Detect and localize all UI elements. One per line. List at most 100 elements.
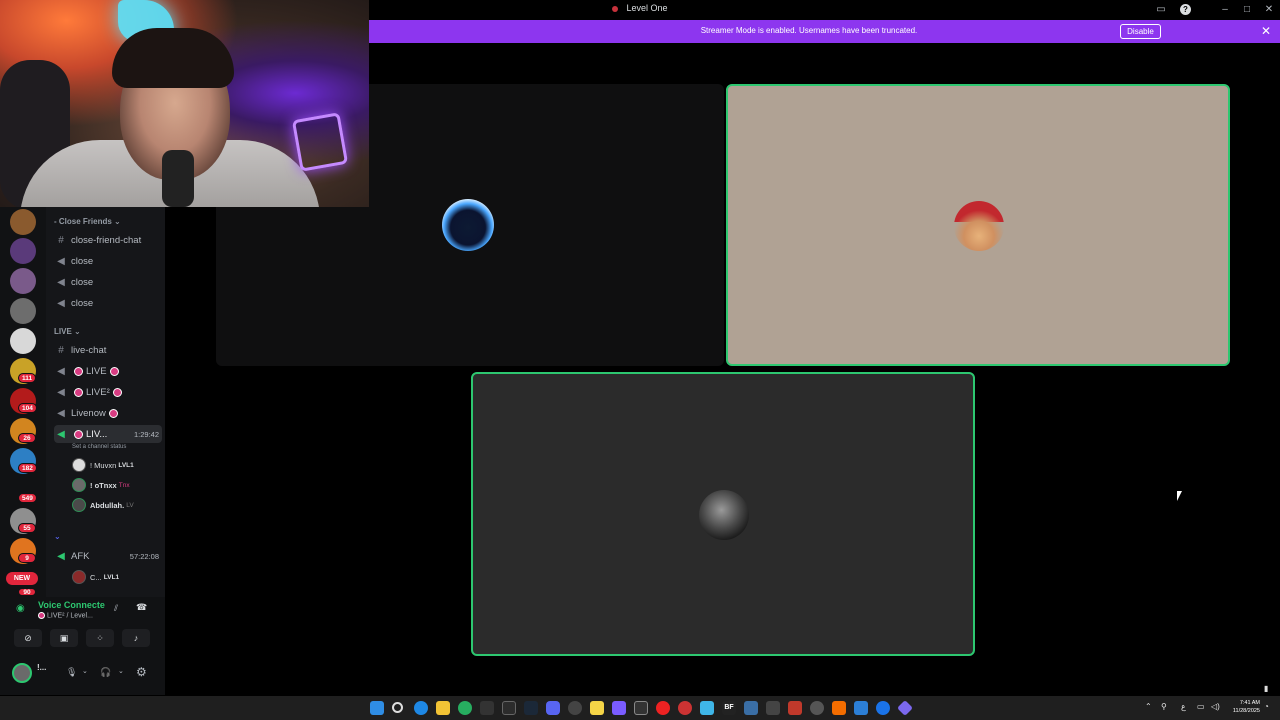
server-icon [612, 5, 619, 12]
speaker-icon: ◀ [57, 365, 65, 377]
microphone-tray-icon[interactable]: ⚲ [1161, 702, 1167, 711]
channel-livenow[interactable]: ◀ Livenow [54, 404, 162, 422]
app-icon[interactable] [656, 701, 670, 715]
disconnect-icon[interactable]: ☎ [136, 602, 147, 613]
language-indicator[interactable]: ع [1181, 702, 1186, 711]
settings-icon[interactable] [810, 701, 824, 715]
app-icon[interactable] [876, 701, 890, 715]
hashtag-icon: # [58, 344, 64, 356]
new-badge[interactable]: NEW [6, 572, 38, 585]
headphones-icon[interactable]: 🎧 [100, 667, 111, 678]
live-dot-icon [38, 612, 45, 619]
app-icon[interactable] [854, 701, 868, 715]
app-icon[interactable] [480, 701, 494, 715]
server-icon[interactable] [10, 209, 36, 235]
signal-icon[interactable]: ◉ [16, 603, 25, 614]
network-icon[interactable]: ▭ [1197, 702, 1205, 711]
discord-icon[interactable] [546, 701, 560, 715]
help-icon[interactable]: ? [1180, 4, 1191, 15]
close-window-button[interactable]: ✕ [1260, 2, 1278, 18]
activities-button[interactable]: ⁘ [86, 629, 114, 647]
speaker-icon: ◀ [57, 297, 65, 309]
microphone-icon[interactable]: 🎙 [66, 667, 77, 678]
category-close-friends[interactable]: - Close Friends ⌄ [54, 217, 121, 226]
app-icon[interactable] [678, 701, 692, 715]
app-icon[interactable]: BF [722, 701, 736, 715]
app-icon[interactable] [832, 701, 846, 715]
app-icon[interactable] [788, 701, 802, 715]
camera-off-button[interactable]: ⊘ [14, 629, 42, 647]
hashtag-icon: # [58, 234, 64, 246]
webcam-overlay [0, 0, 369, 207]
steam-icon[interactable] [524, 701, 538, 715]
live-dot-icon [74, 429, 83, 439]
start-icon[interactable] [370, 701, 384, 715]
app-icon[interactable] [568, 701, 582, 715]
channel-live[interactable]: ◀ LIVE [54, 362, 162, 380]
app-icon[interactable] [897, 700, 913, 716]
chrome-icon[interactable] [458, 701, 472, 715]
voice-member[interactable]: ! oTnxx Tnx [72, 477, 160, 493]
unread-badge: 111 [18, 373, 37, 383]
channel-live-active[interactable]: ◀ LIV... 1:29:42 [54, 425, 162, 443]
category-live[interactable]: LIVE ⌄ [54, 327, 81, 336]
channel-close-2[interactable]: ◀ close [54, 273, 162, 291]
channel-status[interactable]: Set a channel status [72, 444, 126, 450]
windows-taskbar: BF ⌃ ⚲ ع ▭ ◁) 7:41 AM 11/28/2025 ◔ [0, 696, 1280, 720]
category-collapsed[interactable]: ⌄ [54, 532, 61, 541]
channel-close-3[interactable]: ◀ close [54, 294, 162, 312]
app-icon[interactable] [612, 701, 626, 715]
speaker-icon: ◀ [57, 407, 65, 419]
avatar [72, 498, 86, 512]
close-banner-icon[interactable]: ✕ [1261, 24, 1271, 38]
screen-share-button[interactable]: ▣ [50, 629, 78, 647]
participant-tile-2[interactable] [726, 84, 1230, 366]
chevron-down-icon[interactable]: ⌄ [118, 667, 124, 675]
avatar [72, 458, 86, 472]
server-icon[interactable] [10, 238, 36, 264]
voice-status[interactable]: Voice Connecte [38, 600, 105, 610]
server-icon[interactable] [10, 298, 36, 324]
soundboard-button[interactable]: ♪ [122, 629, 150, 647]
app-icon[interactable] [766, 701, 780, 715]
maximize-button[interactable]: □ [1238, 2, 1256, 18]
channel-afk[interactable]: ◀ AFK 57:22:08 [54, 547, 162, 565]
voice-member[interactable]: ! Muvxn LVL1 [72, 457, 160, 473]
live-dot-icon [74, 387, 83, 397]
disable-streamer-mode-button[interactable]: Disable [1120, 24, 1161, 39]
sticky-notes-icon[interactable] [590, 701, 604, 715]
app-icon[interactable] [634, 701, 648, 715]
minimize-button[interactable]: – [1216, 2, 1234, 18]
live-dot-icon [112, 387, 122, 397]
settings-gear-icon[interactable]: ⚙ [136, 665, 147, 679]
chevron-up-icon[interactable]: ⌃ [1145, 702, 1152, 711]
server-icon[interactable] [10, 268, 36, 294]
live-dot-icon [108, 408, 118, 418]
channel-live-2[interactable]: ◀ LIVE² [54, 383, 162, 401]
noise-suppression-icon[interactable]: ⫽ [114, 603, 118, 614]
inbox-icon[interactable]: ▭ [1152, 2, 1170, 18]
voice-member[interactable]: C... LVL1 [72, 569, 160, 585]
server-icon[interactable] [10, 328, 36, 354]
channel-close-1[interactable]: ◀ close [54, 252, 162, 270]
app-icon[interactable] [744, 701, 758, 715]
voice-channel-path[interactable]: LIVE² / Level... [38, 612, 93, 619]
user-avatar[interactable] [12, 663, 32, 683]
voice-member[interactable]: Abdullah. LV [72, 497, 160, 513]
clock[interactable]: 7:41 AM 11/28/2025 [1232, 699, 1260, 715]
mic-in-use-icon: ▮ [1264, 684, 1269, 693]
live-dot-icon [74, 366, 83, 376]
channel-live-chat[interactable]: # live-chat [54, 341, 162, 359]
search-icon[interactable] [392, 702, 403, 713]
app-icon[interactable] [502, 701, 516, 715]
app-icon[interactable] [700, 701, 714, 715]
participant-tile-3[interactable] [471, 372, 975, 656]
unread-badge: 182 [18, 463, 37, 473]
chevron-down-icon[interactable]: ⌄ [82, 667, 88, 675]
channel-close-friend-chat[interactable]: # close-friend-chat [54, 231, 162, 249]
avatar [72, 478, 86, 492]
notifications-icon[interactable]: ◔ [1264, 702, 1269, 711]
edge-icon[interactable] [414, 701, 428, 715]
volume-icon[interactable]: ◁) [1211, 702, 1220, 711]
file-explorer-icon[interactable] [436, 701, 450, 715]
